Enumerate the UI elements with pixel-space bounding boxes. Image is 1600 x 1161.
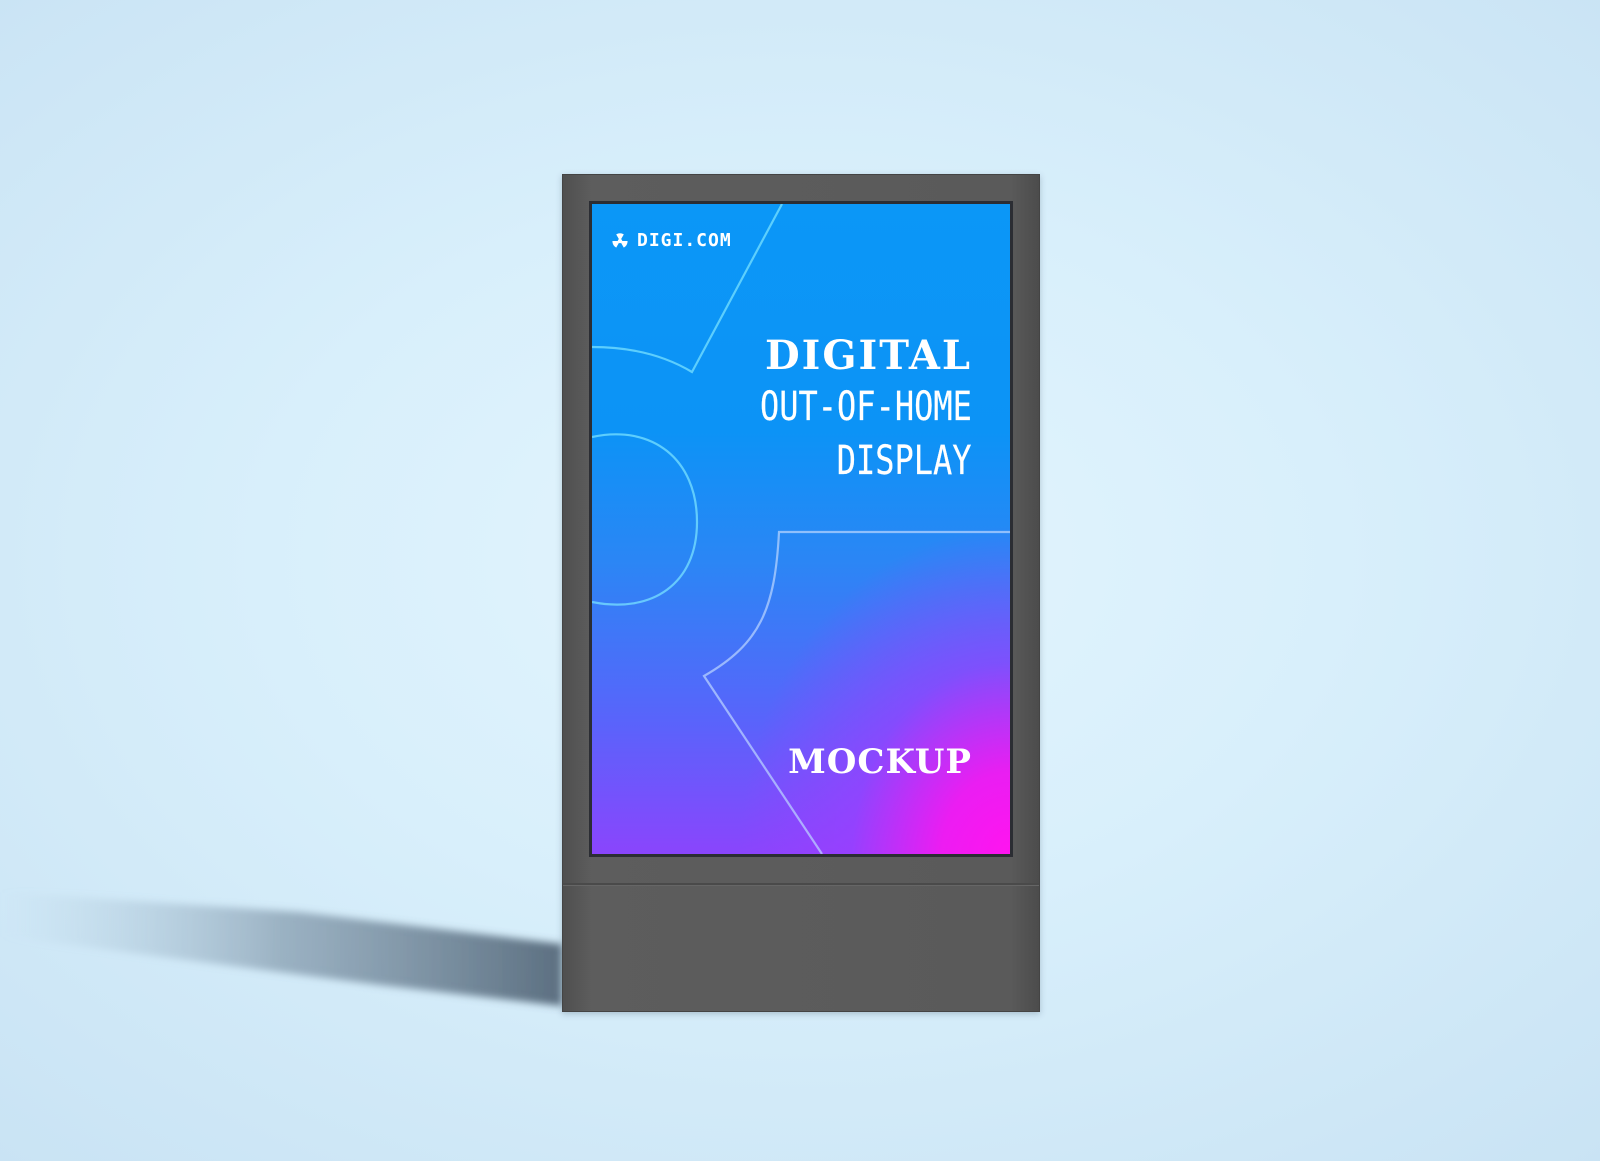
logo-text: DIGI.COM: [637, 230, 732, 251]
headline-digital: DIGITAL: [764, 332, 972, 379]
subline-display: DISPLAY: [837, 438, 972, 484]
subline-out-of-home: OUT-OF-HOME: [760, 384, 972, 430]
digital-kiosk: DIGI.COM DIGITAL OUT-OF-HOME DISPLAY MOC…: [562, 174, 1040, 1012]
screen-bezel: DIGI.COM DIGITAL OUT-OF-HOME DISPLAY MOC…: [589, 201, 1013, 857]
kiosk-base-seam: [563, 883, 1039, 886]
radiation-icon: [612, 232, 628, 248]
display-screen: DIGI.COM DIGITAL OUT-OF-HOME DISPLAY MOC…: [592, 204, 1010, 854]
brand-logo: DIGI.COM: [610, 230, 732, 251]
footer-mockup: MOCKUP: [788, 742, 972, 782]
